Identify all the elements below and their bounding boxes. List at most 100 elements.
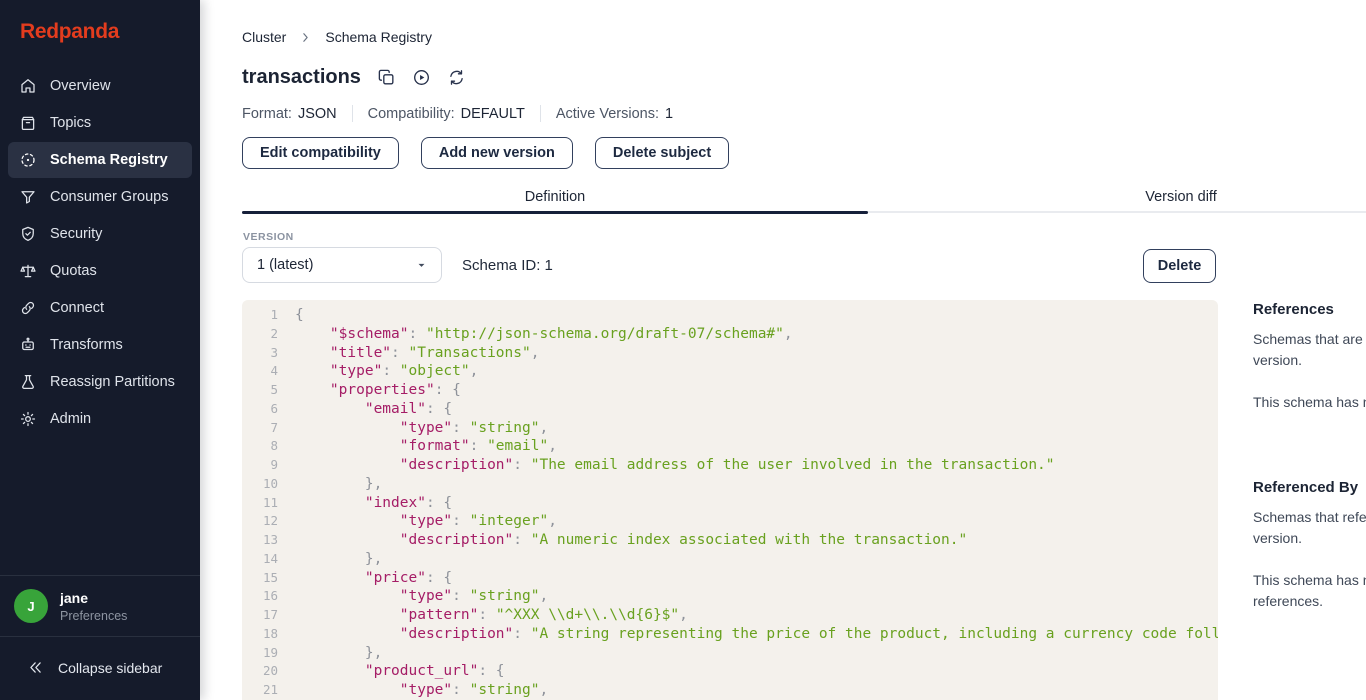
line-number: 17 <box>242 606 278 625</box>
sidebar-item-connect[interactable]: Connect <box>8 290 192 326</box>
code-text: "index": { <box>295 494 452 513</box>
sidebar-item-label: Schema Registry <box>50 152 168 168</box>
collapse-sidebar-button[interactable]: Collapse sidebar <box>0 637 200 700</box>
references-section-referenced-by: Referenced BySchemas that reference this… <box>1253 479 1366 612</box>
references-panel: ReferencesSchemas that are referenced by… <box>1253 301 1366 612</box>
sidebar-item-label: Reassign Partitions <box>50 374 175 390</box>
code-text: "properties": { <box>295 381 461 400</box>
sidebar-item-schema-registry[interactable]: Schema Registry <box>8 142 192 178</box>
code-text: "type": "string", <box>295 681 548 700</box>
code-line: 14 }, <box>242 550 1218 569</box>
shield-check-icon <box>19 225 37 243</box>
sidebar-item-transforms[interactable]: Transforms <box>8 327 192 363</box>
sidebar-nav: Overview Topics Schema Registry Consumer Gr… <box>0 68 200 437</box>
sidebar-item-admin[interactable]: Admin <box>8 401 192 437</box>
sidebar-item-label: Transforms <box>50 337 123 353</box>
double-chevron-left-icon <box>27 659 44 676</box>
chevron-right-icon <box>299 31 312 44</box>
tab-version-diff[interactable]: Version diff <box>868 183 1366 211</box>
funnel-icon <box>19 188 37 206</box>
line-number: 18 <box>242 625 278 644</box>
action-buttons: Edit compatibility Add new version Delete … <box>242 137 729 169</box>
meta-label: Active Versions: <box>556 106 659 122</box>
sidebar: Redpanda Overview Topics Schema Registry Co… <box>0 0 200 700</box>
code-text: }, <box>295 644 382 663</box>
meta-active-versions: Active Versions:1 <box>556 106 673 122</box>
tab-bar: Definition Version diff <box>242 183 1366 213</box>
play-circle-icon[interactable] <box>412 68 431 87</box>
version-select[interactable]: 1 (latest) <box>242 247 442 283</box>
code-line: 21 "type": "string", <box>242 681 1218 700</box>
sidebar-item-overview[interactable]: Overview <box>8 68 192 104</box>
sidebar-item-label: Security <box>50 226 102 242</box>
line-number: 9 <box>242 456 278 475</box>
references-note: This schema has no references. <box>1253 392 1366 413</box>
page-title: transactions <box>242 66 361 89</box>
sidebar-item-label: Consumer Groups <box>50 189 168 205</box>
line-number: 6 <box>242 400 278 419</box>
code-line: 8 "format": "email", <box>242 437 1218 456</box>
sidebar-item-quotas[interactable]: Quotas <box>8 253 192 289</box>
line-number: 12 <box>242 512 278 531</box>
breadcrumb-item-schema-registry[interactable]: Schema Registry <box>325 29 432 45</box>
sidebar-item-label: Connect <box>50 300 104 316</box>
schema-id-text: Schema ID: 1 <box>462 247 553 283</box>
line-number: 8 <box>242 437 278 456</box>
refresh-icon[interactable] <box>447 68 466 87</box>
line-number: 2 <box>242 325 278 344</box>
text-line: Schemas that are referenced by this <box>1253 329 1366 350</box>
copy-icon[interactable] <box>377 68 396 87</box>
line-number: 20 <box>242 662 278 681</box>
redpanda-logo[interactable]: Redpanda <box>0 0 200 68</box>
sidebar-item-label: Quotas <box>50 263 97 279</box>
avatar: J <box>14 589 48 623</box>
code-text: "type": "integer", <box>295 512 557 531</box>
delete-version-button[interactable]: Delete <box>1143 249 1216 283</box>
sidebar-item-consumer-groups[interactable]: Consumer Groups <box>8 179 192 215</box>
meta-value: DEFAULT <box>461 106 525 122</box>
code-text: "description": "A numeric index associat… <box>295 531 967 550</box>
sidebar-item-label: Overview <box>50 78 110 94</box>
sidebar-item-reassign-partitions[interactable]: Reassign Partitions <box>8 364 192 400</box>
code-text: "format": "email", <box>295 437 557 456</box>
code-text: "pattern": "^XXX \\d+\\.\\d{6}$", <box>295 606 688 625</box>
code-line: 15 "price": { <box>242 569 1218 588</box>
sidebar-bottom: J jane Preferences Collapse sidebar <box>0 575 200 700</box>
title-row: transactions <box>242 66 466 89</box>
line-number: 11 <box>242 494 278 513</box>
meta-label: Format: <box>242 106 292 122</box>
add-new-version-button[interactable]: Add new version <box>421 137 573 169</box>
code-text: "price": { <box>295 569 452 588</box>
meta-format: Format:JSON <box>242 106 337 122</box>
caret-down-icon <box>416 260 427 271</box>
code-text: { <box>295 306 304 325</box>
code-line: 16 "type": "string", <box>242 587 1218 606</box>
code-line: 20 "product_url": { <box>242 662 1218 681</box>
meta-compatibility: Compatibility:DEFAULT <box>368 106 525 122</box>
active-tab-indicator <box>242 211 868 214</box>
code-text: "type": "string", <box>295 419 548 438</box>
breadcrumb-item-cluster[interactable]: Cluster <box>242 29 286 45</box>
delete-subject-button[interactable]: Delete subject <box>595 137 729 169</box>
sidebar-item-security[interactable]: Security <box>8 216 192 252</box>
sidebar-item-label: Topics <box>50 115 91 131</box>
code-line: 7 "type": "string", <box>242 419 1218 438</box>
user-menu[interactable]: J jane Preferences <box>0 576 200 636</box>
line-number: 1 <box>242 306 278 325</box>
user-preferences-link[interactable]: Preferences <box>60 609 127 623</box>
references-description: Schemas that reference thisversion. <box>1253 507 1366 549</box>
code-line: 1{ <box>242 306 1218 325</box>
sidebar-item-label: Admin <box>50 411 91 427</box>
schema-code-editor[interactable]: 1{2 "$schema": "http://json-schema.org/d… <box>242 300 1218 700</box>
edit-compatibility-button[interactable]: Edit compatibility <box>242 137 399 169</box>
version-label: VERSION <box>243 231 294 243</box>
subject-meta: Format:JSON Compatibility:DEFAULT Active V… <box>242 105 673 122</box>
line-number: 3 <box>242 344 278 363</box>
scales-icon <box>19 262 37 280</box>
line-number: 5 <box>242 381 278 400</box>
line-number: 13 <box>242 531 278 550</box>
references-section-references: ReferencesSchemas that are referenced by… <box>1253 301 1366 413</box>
sidebar-item-topics[interactable]: Topics <box>8 105 192 141</box>
tab-definition[interactable]: Definition <box>242 183 868 211</box>
schema-registry-icon <box>19 151 37 169</box>
